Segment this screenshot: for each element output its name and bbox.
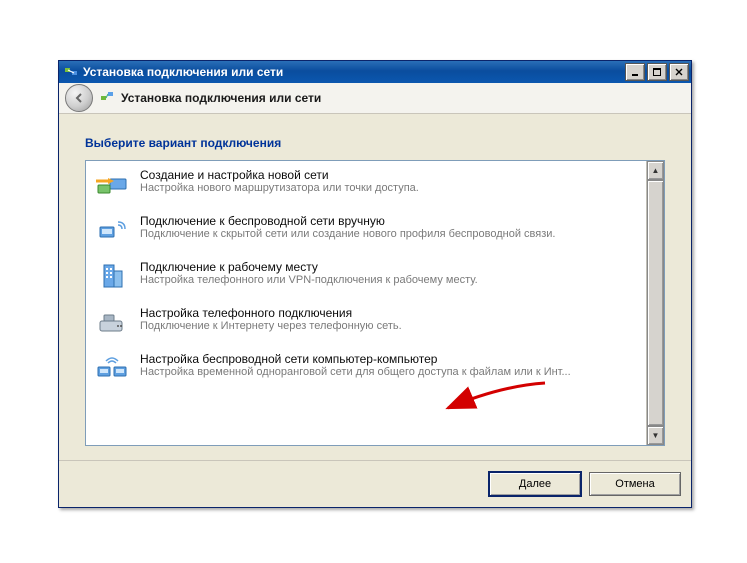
content-area: Выберите вариант подключения Создание и … [59,114,691,460]
back-button[interactable] [65,84,93,112]
adhoc-icon [94,352,130,384]
option-title: Создание и настройка новой сети [140,168,636,182]
option-desc: Настройка временной одноранговой сети дл… [140,366,636,379]
close-button[interactable] [669,63,689,81]
option-title: Подключение к беспроводной сети вручную [140,214,636,228]
option-adhoc-wireless[interactable]: Настройка беспроводной сети компьютер-ко… [86,345,646,391]
next-button-label: Далее [519,478,551,490]
options-list-inner: Создание и настройка новой сети Настройк… [86,161,646,445]
scroll-thumb[interactable] [647,180,664,426]
maximize-button[interactable] [647,63,667,81]
titlebar: Установка подключения или сети [59,61,691,83]
cancel-button-label: Отмена [615,478,654,490]
option-title: Подключение к рабочему месту [140,260,636,274]
minimize-button[interactable] [625,63,645,81]
option-desc: Настройка нового маршрутизатора или точк… [140,182,636,195]
scroll-up-button[interactable]: ▲ [647,161,664,180]
option-desc: Подключение к скрытой сети или создание … [140,228,636,241]
window-title: Установка подключения или сети [83,65,625,79]
header-title: Установка подключения или сети [121,91,321,105]
option-create-network[interactable]: Создание и настройка новой сети Настройк… [86,161,646,207]
option-title: Настройка беспроводной сети компьютер-ко… [140,352,636,366]
option-desc: Подключение к Интернету через телефонную… [140,320,636,333]
section-heading: Выберите вариант подключения [85,136,665,150]
app-icon [63,64,79,80]
options-listbox: Создание и настройка новой сети Настройк… [85,160,665,446]
dialog-window: Установка подключения или сети Установка… [58,60,692,508]
option-dialup[interactable]: Настройка телефонного подключения Подклю… [86,299,646,345]
option-workplace[interactable]: Подключение к рабочему месту Настройка т… [86,253,646,299]
button-row: Далее Отмена [59,460,691,507]
scrollbar[interactable]: ▲ ▼ [646,161,664,445]
scroll-down-button[interactable]: ▼ [647,426,664,445]
next-button[interactable]: Далее [489,472,581,496]
router-icon [94,168,130,200]
option-title: Настройка телефонного подключения [140,306,636,320]
cancel-button[interactable]: Отмена [589,472,681,496]
wireless-icon [94,214,130,246]
phone-modem-icon [94,306,130,338]
header-wizard-icon [99,89,115,108]
scroll-track[interactable] [647,180,664,426]
header-row: Установка подключения или сети [59,83,691,114]
window-controls [625,63,691,81]
building-icon [94,260,130,292]
option-desc: Настройка телефонного или VPN-подключени… [140,274,636,287]
option-manual-wireless[interactable]: Подключение к беспроводной сети вручную … [86,207,646,253]
